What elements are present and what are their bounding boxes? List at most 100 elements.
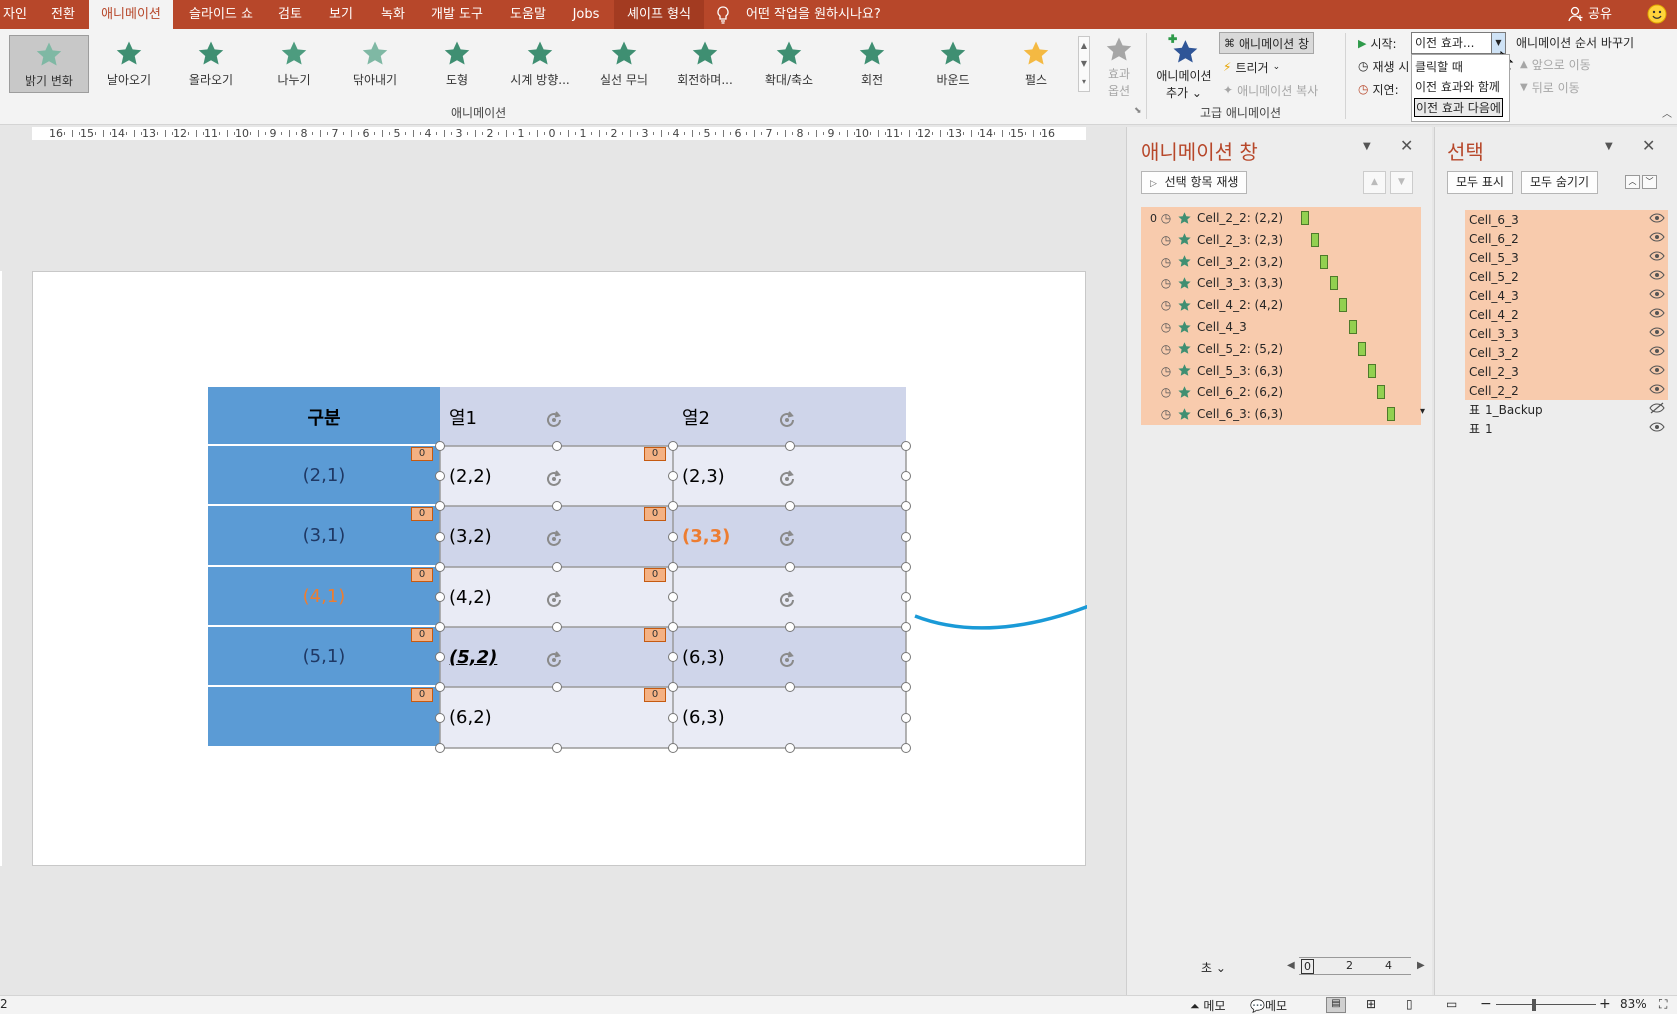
tab-record[interactable]: 녹화 [372,0,414,29]
tab-transitions[interactable]: 전환 [40,0,86,29]
animation-list-item[interactable]: ◷ Cell_6_2: (6,2) [1147,381,1423,403]
trigger-button[interactable]: ⚡ 트리거 ⌄ [1223,57,1280,77]
animation-list-item[interactable]: ◷ Cell_5_3: (6,3) [1147,360,1423,382]
pane-options-chevron-icon[interactable]: ▼ [1363,141,1371,152]
zoom-in-icon[interactable]: + [1599,996,1611,1012]
eye-icon[interactable] [1648,269,1666,284]
dropdown-arrow-icon[interactable]: ▼ [1491,33,1505,53]
timing-bar[interactable] [1339,298,1347,313]
selection-list-item[interactable]: Cell_2_3 [1469,362,1666,381]
timing-bar[interactable] [1329,276,1338,291]
tab-slideshow[interactable]: 슬라이드 쇼 [178,0,264,29]
tab-jobs[interactable]: Jobs [566,0,606,29]
animation-list-item[interactable]: ◷ Cell_2_3: (2,3) [1147,229,1423,251]
timing-bar[interactable] [1310,232,1319,247]
timeline-right-icon[interactable]: ▶ [1417,960,1425,971]
eye-icon[interactable] [1648,345,1666,360]
dialog-launcher-icon[interactable]: ⬊ [1134,106,1142,116]
selection-list-item[interactable]: Cell_4_3 [1469,286,1666,305]
move-later-button[interactable]: ▼ 뒤로 이동 [1520,79,1580,96]
zoom-out-icon[interactable]: − [1480,996,1492,1012]
gallery-item[interactable]: 시계 방향... [500,35,580,93]
show-all-button[interactable]: 모두 표시 [1447,171,1513,194]
seconds-dropdown[interactable]: 초 ⌄ [1201,959,1226,976]
eye-icon[interactable] [1648,231,1666,246]
animation-pane-button[interactable]: ⌘ 애니메이션 창 [1219,32,1315,54]
gallery-item[interactable]: 확대/축소 [749,35,829,93]
fit-slide-icon[interactable]: ⛶ [1659,997,1667,1012]
timing-bar[interactable] [1301,211,1309,225]
send-backward-icon[interactable]: ﹀ [1642,175,1657,189]
tab-animations[interactable]: 애니메이션 [89,0,173,29]
animation-painter-button[interactable]: ✦ 애니메이션 복사 [1223,80,1318,100]
timing-bar[interactable] [1367,363,1376,378]
gallery-item[interactable]: 닦아내기 [335,35,415,93]
notes-toggle[interactable]: ⏶ 메모 [1190,997,1226,1014]
timing-bar[interactable] [1348,320,1357,334]
close-icon[interactable]: ✕ [1642,136,1655,155]
play-selected-button[interactable]: ▷ 선택 항목 재생 [1141,171,1248,194]
zoom-slider[interactable] [1496,1004,1596,1005]
move-down-button[interactable]: ▼ [1390,171,1413,194]
selection-list-item[interactable]: 표 1_Backup [1469,400,1666,419]
normal-view-icon[interactable]: ▤ [1326,997,1346,1013]
close-icon[interactable]: ✕ [1400,136,1413,155]
selection-list-item[interactable]: Cell_6_3 [1469,210,1666,229]
share-button[interactable]: 공유 [1588,0,1612,29]
collapse-ribbon-icon[interactable]: ︿ [1662,105,1672,120]
pane-options-chevron-icon[interactable]: ▼ [1605,141,1613,152]
option-after-previous[interactable]: 이전 효과 다음에 [1414,98,1503,117]
selection-list-item[interactable]: Cell_4_2 [1469,305,1666,324]
timing-bar[interactable] [1386,407,1395,422]
animation-list-item[interactable]: ◷ Cell_6_3: (6,3) ▾ [1147,403,1425,425]
selection-list-item[interactable]: Cell_5_3 [1469,248,1666,267]
reading-view-icon[interactable]: ▯ [1406,997,1413,1011]
smiley-icon[interactable] [1647,4,1667,27]
hide-all-button[interactable]: 모두 숨기기 [1521,171,1599,194]
eye-icon[interactable] [1648,212,1666,227]
gallery-scroll[interactable]: ▲ ▼ ▾ [1078,36,1090,92]
tab-design[interactable]: 자인 [0,0,30,29]
eye-icon[interactable] [1648,288,1666,303]
animation-list-item[interactable]: ◷ Cell_4_3 [1147,316,1423,338]
tab-review[interactable]: 검토 [270,0,310,29]
animation-list-item[interactable]: ◷ Cell_4_2: (4,2) [1147,294,1423,316]
gallery-item[interactable]: 바운드 [913,35,993,93]
gallery-item[interactable]: 올라오기 [171,35,251,93]
item-menu-arrow-icon[interactable]: ▾ [1420,406,1425,417]
animation-list-item[interactable]: ◷ Cell_5_2: (5,2) [1147,338,1423,360]
selection-list-item[interactable]: Cell_3_3 [1469,324,1666,343]
gallery-item[interactable]: 회전 [832,35,912,93]
option-on-click[interactable]: 클릭할 때 [1415,58,1463,75]
slide-sorter-icon[interactable]: ⊞ [1366,997,1376,1011]
eye-icon[interactable] [1648,326,1666,341]
eye-icon[interactable] [1648,307,1666,322]
tab-developer[interactable]: 개발 도구 [424,0,490,29]
slideshow-icon[interactable]: ▭ [1446,997,1457,1011]
animation-list-item[interactable]: ◷ Cell_3_2: (3,2) [1147,251,1423,273]
effect-options-button[interactable]: 효과 옵션 [1096,35,1142,99]
timeline-left-icon[interactable]: ◀ [1287,960,1295,971]
comments-toggle[interactable]: 💬메모 [1250,997,1287,1014]
gallery-item[interactable]: 펄스 [996,35,1076,93]
zoom-level[interactable]: 83% [1620,997,1647,1011]
add-animation-button[interactable]: 애니메이션 추가 ⌄ [1152,33,1216,101]
selection-list-item[interactable]: Cell_6_2 [1469,229,1666,248]
tab-help[interactable]: 도움말 [500,0,556,29]
option-with-previous[interactable]: 이전 효과와 함께 [1415,78,1500,95]
gallery-item[interactable]: 회전하며... [665,35,745,93]
timing-bar[interactable] [1358,341,1366,356]
animation-list-item[interactable]: ◷ Cell_3_3: (3,3) [1147,272,1423,294]
slide-canvas[interactable]: 구분 열1 열2 (2,1) (2,2) (2,3) 0 0 (3,1) (3,2) (3,3) 0 0… [32,271,1087,866]
bring-forward-icon[interactable]: ︿ [1625,175,1640,189]
eye-icon[interactable] [1648,421,1666,436]
eye-hidden-icon[interactable] [1648,402,1666,417]
timing-bar[interactable] [1377,385,1385,400]
eye-icon[interactable] [1648,383,1666,398]
gallery-item[interactable]: 날아오기 [89,35,169,93]
tab-view[interactable]: 보기 [320,0,362,29]
eye-icon[interactable] [1648,364,1666,379]
selection-list-item[interactable]: Cell_2_2 [1469,381,1666,400]
tell-me-search[interactable]: 어떤 작업을 원하시나요? [746,0,881,29]
tab-shape-format[interactable]: 셰이프 형식 [614,0,704,29]
